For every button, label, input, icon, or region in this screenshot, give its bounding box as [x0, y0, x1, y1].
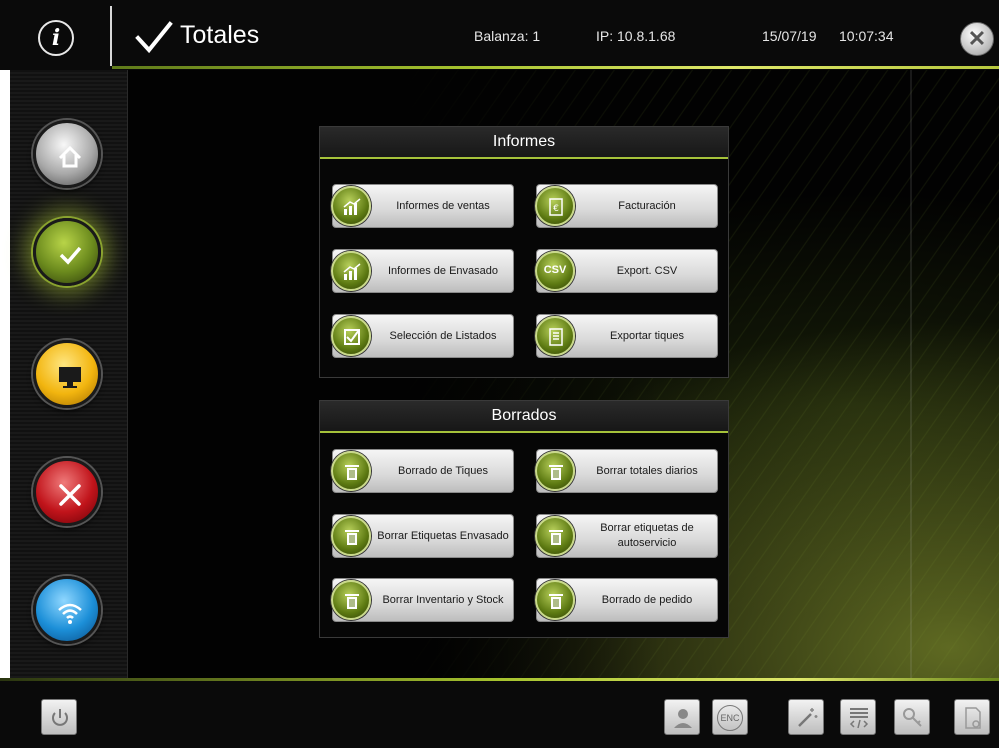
borrados-panel: Borrados Borrado de Tiques Borrar totale… — [319, 400, 729, 638]
trash-icon — [535, 580, 575, 620]
export-tickets-button[interactable]: Exportar tiques — [535, 314, 718, 358]
button-label: Informes de ventas — [396, 199, 490, 212]
power-button[interactable] — [41, 699, 77, 735]
packaging-reports-button[interactable]: Informes de Envasado — [331, 249, 514, 293]
trash-icon — [331, 451, 371, 491]
sidebar-item-totals[interactable] — [33, 218, 101, 286]
top-bar: i Totales Balanza: 1 IP: 10.8.1.68 15/07… — [0, 0, 999, 70]
power-icon — [52, 709, 68, 726]
tools-icon — [59, 484, 81, 506]
header-accent-line — [112, 66, 999, 69]
delete-tickets-button[interactable]: Borrado de Tiques — [331, 449, 514, 493]
document-settings-icon — [965, 707, 981, 729]
current-date: 15/07/19 — [762, 28, 817, 44]
support-icon — [674, 709, 692, 728]
info-button[interactable]: i — [38, 20, 74, 56]
current-time: 10:07:34 — [839, 28, 894, 44]
code-list-icon — [849, 708, 869, 729]
background-divider — [910, 70, 912, 678]
informes-panel: Informes Informes de ventas € Facturació… — [319, 126, 729, 378]
trash-icon — [535, 451, 575, 491]
delete-order-button[interactable]: Borrado de pedido — [535, 578, 718, 622]
checkbox-icon — [331, 316, 371, 356]
button-label: Exportar tiques — [610, 329, 684, 342]
enc-icon: ENC — [717, 705, 743, 731]
wizard-button[interactable] — [788, 699, 824, 735]
export-csv-button[interactable]: CSV Export. CSV — [535, 249, 718, 293]
delete-packaging-labels-button[interactable]: Borrar Etiquetas Envasado — [331, 514, 514, 558]
trash-icon — [535, 516, 575, 556]
close-button[interactable]: ✕ — [960, 22, 994, 56]
billing-button[interactable]: € Facturación — [535, 184, 718, 228]
wifi-icon — [58, 603, 82, 624]
button-label: Informes de Envasado — [387, 264, 499, 277]
button-label: Borrar Inventario y Stock — [382, 593, 504, 606]
delete-inventory-stock-button[interactable]: Borrar Inventario y Stock — [331, 578, 514, 622]
borrados-title: Borrados — [320, 401, 728, 433]
footer-accent-line — [0, 678, 999, 681]
svg-text:€: € — [553, 204, 559, 214]
sidebar-item-tools[interactable] — [33, 458, 101, 526]
button-label: Borrar Etiquetas Envasado — [377, 529, 509, 542]
monitor-icon — [59, 367, 81, 388]
code-list-button[interactable] — [840, 699, 876, 735]
wand-icon — [798, 708, 818, 727]
enc-button[interactable]: ENC — [712, 699, 748, 735]
csv-icon-text: CSV — [543, 264, 567, 276]
button-label: Selección de Listados — [389, 329, 497, 342]
delete-daily-totals-button[interactable]: Borrar totales diarios — [535, 449, 718, 493]
sidebar-item-wifi[interactable] — [33, 576, 101, 644]
bottom-bar: ENC — [0, 678, 999, 748]
chart-icon — [331, 186, 371, 226]
trash-icon — [331, 580, 371, 620]
ip-address: IP: 10.8.1.68 — [596, 28, 676, 44]
csv-icon: CSV — [535, 251, 575, 291]
chart-icon — [331, 251, 371, 291]
button-label: Borrado de pedido — [601, 593, 693, 606]
sidebar-item-display[interactable] — [33, 340, 101, 408]
document-settings-button[interactable] — [954, 699, 990, 735]
ticket-icon — [535, 316, 575, 356]
informes-title: Informes — [320, 127, 728, 159]
check-icon — [59, 246, 82, 265]
key-icon — [903, 708, 922, 727]
sales-reports-button[interactable]: Informes de ventas — [331, 184, 514, 228]
check-icon — [135, 21, 173, 54]
button-label: Borrar etiquetas de autoservicio — [600, 522, 694, 549]
header-divider — [110, 6, 112, 66]
home-icon — [58, 145, 82, 168]
scale-number: Balanza: 1 — [474, 28, 541, 44]
button-label: Export. CSV — [616, 264, 678, 277]
trash-icon — [331, 516, 371, 556]
button-label: Borrado de Tiques — [398, 464, 488, 477]
sidebar-item-home[interactable] — [33, 120, 101, 188]
button-label: Borrar totales diarios — [596, 464, 698, 477]
support-button[interactable] — [664, 699, 700, 735]
button-label: Facturación — [618, 199, 676, 212]
page-title: Totales — [180, 21, 260, 49]
invoice-icon: € — [535, 186, 575, 226]
key-button[interactable] — [894, 699, 930, 735]
delete-self-service-labels-button[interactable]: Borrar etiquetas de autoservicio — [535, 514, 718, 558]
list-selection-button[interactable]: Selección de Listados — [331, 314, 514, 358]
